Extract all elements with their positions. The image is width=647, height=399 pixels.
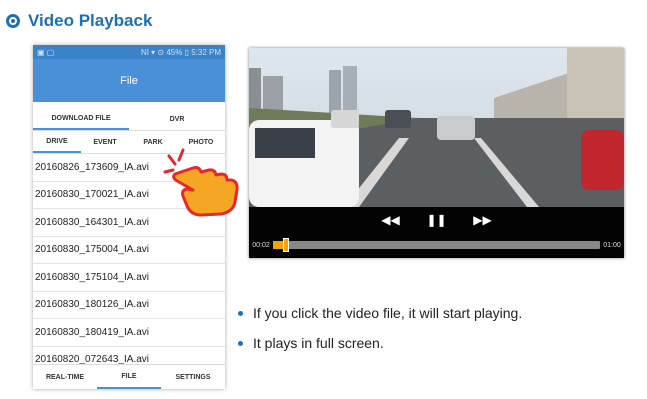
control-buttons: ◀◀ ❚❚ ▶▶ (249, 207, 624, 233)
pause-icon[interactable]: ❚❚ (426, 213, 448, 227)
total-time: 01:00 (603, 241, 621, 249)
bullet-item: It plays in full screen. (238, 328, 522, 358)
tab-download-file[interactable]: DOWNLOAD FILE (33, 108, 129, 130)
video-frame (249, 48, 624, 207)
file-item[interactable]: 20160830_180126_IA.avi (33, 292, 225, 319)
tap-sparks (163, 148, 185, 174)
status-left-icons: ▣ ▢ (37, 47, 55, 57)
bullet-item: If you click the video file, it will sta… (238, 298, 522, 328)
nav-settings[interactable]: SETTINGS (161, 365, 225, 389)
progress-thumb[interactable] (282, 238, 289, 252)
seek-bar: 00:02 01:00 (249, 236, 624, 254)
bullet-text: If you click the video file, it will sta… (253, 305, 523, 321)
bullet-dot (238, 310, 243, 316)
fast-forward-icon[interactable]: ▶▶ (472, 213, 494, 227)
nav-real-time[interactable]: REAL-TIME (33, 365, 97, 389)
bullet-dot (238, 340, 243, 346)
bottom-nav: REAL-TIME FILE SETTINGS (33, 364, 225, 389)
tab-event[interactable]: EVENT (81, 131, 129, 153)
pointing-hand-icon (163, 148, 239, 217)
section-title: Video Playback (28, 11, 153, 30)
bullet-list: If you click the video file, it will sta… (238, 298, 522, 358)
tab-drive[interactable]: DRIVE (33, 131, 81, 153)
progress-track[interactable] (273, 238, 600, 252)
section-header: Video Playback (6, 9, 152, 33)
progress-fill (273, 241, 283, 249)
file-item[interactable]: 20160830_175004_IA.avi (33, 237, 225, 264)
rewind-icon[interactable]: ◀◀ (380, 213, 402, 227)
player-controls: ◀◀ ❚❚ ▶▶ 00:02 01:00 (249, 207, 624, 258)
status-icons: NI ▾ ⊙ 45% ▯ (140, 47, 189, 57)
status-right: NI ▾ ⊙ 45% ▯ 5:32 PM (141, 48, 221, 57)
app-title: File (120, 74, 138, 87)
current-time: 00:02 (252, 241, 270, 249)
tab-dvr[interactable]: DVR (129, 108, 225, 130)
file-item[interactable]: 20160830_175104_IA.avi (33, 264, 225, 292)
radio-target-icon (6, 14, 20, 28)
status-time: 5:32 PM (191, 47, 221, 57)
video-player[interactable]: ◀◀ ❚❚ ▶▶ 00:02 01:00 (249, 48, 624, 258)
subtabs: DOWNLOAD FILE DVR (33, 108, 225, 130)
app-bar: File (33, 59, 225, 102)
status-bar: ▣ ▢ NI ▾ ⊙ 45% ▯ 5:32 PM (33, 45, 225, 59)
bullet-text: It plays in full screen. (253, 335, 384, 351)
nav-file[interactable]: FILE (97, 365, 161, 389)
file-item[interactable]: 20160830_180419_IA.avi (33, 319, 225, 347)
